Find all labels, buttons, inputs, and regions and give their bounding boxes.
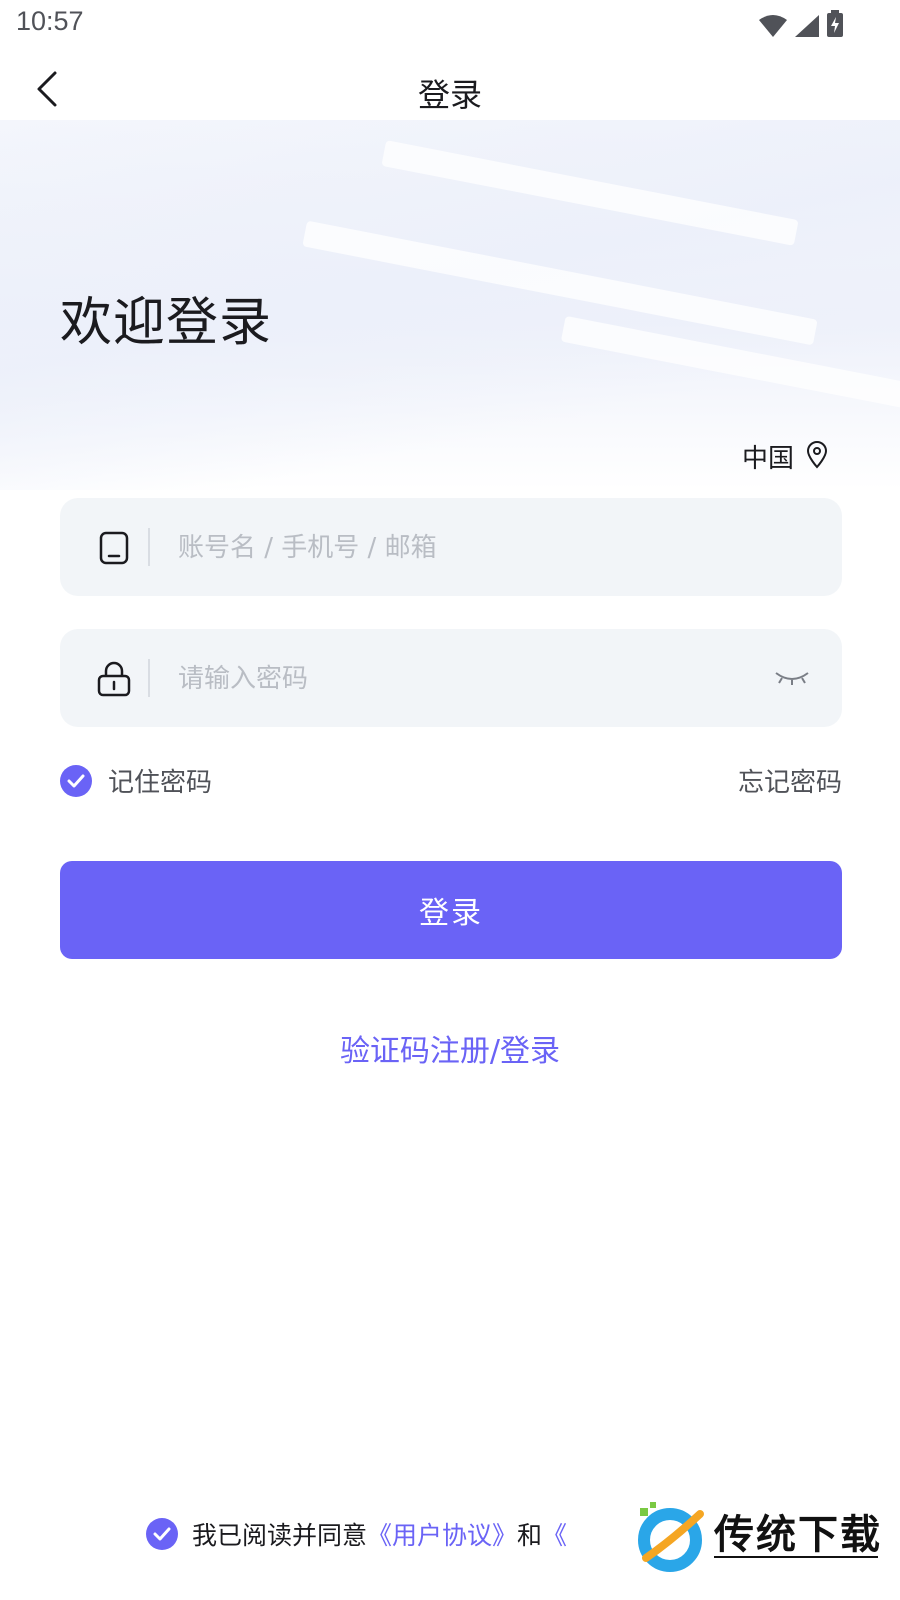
eye-closed-icon[interactable]	[772, 661, 812, 695]
region-selector[interactable]: 中国	[742, 438, 828, 475]
phone-icon	[94, 528, 134, 568]
agreement-checkbox[interactable]	[146, 1518, 178, 1550]
region-label: 中国	[741, 444, 794, 474]
location-pin-icon	[806, 440, 828, 473]
status-time: 10:57	[16, 6, 84, 36]
remember-password-label: 记住密码	[108, 768, 213, 798]
forgot-password-link[interactable]: 忘记密码	[738, 762, 842, 799]
check-icon	[60, 764, 92, 797]
welcome-heading: 欢迎登录	[60, 293, 273, 353]
signal-icon	[794, 14, 820, 42]
account-input[interactable]	[176, 522, 740, 574]
remember-row: 记住密码 忘记密码	[60, 762, 842, 802]
sms-login-link[interactable]: 验证码注册/登录	[0, 1026, 900, 1070]
remember-password-checkbox[interactable]: 记住密码	[60, 762, 212, 799]
login-button[interactable]: 登录	[60, 861, 842, 959]
account-field[interactable]	[60, 498, 842, 596]
wifi-icon	[758, 14, 788, 42]
lock-icon	[94, 659, 134, 699]
battery-charging-icon	[826, 10, 844, 42]
password-input[interactable]	[176, 653, 740, 705]
field-divider	[148, 659, 150, 697]
watermark-logo: 传统下载	[632, 1498, 882, 1578]
password-field[interactable]	[60, 629, 842, 727]
agreement-row: 我已阅读并同意《用户协议》和《	[146, 1516, 567, 1552]
page-title: 登录	[417, 76, 482, 114]
privacy-policy-link[interactable]: 《	[542, 1521, 567, 1550]
nav-bar: 登录	[0, 58, 900, 124]
status-bar: 10:57	[0, 0, 900, 48]
field-divider	[148, 528, 150, 566]
user-agreement-link[interactable]: 《用户协议》	[367, 1521, 517, 1550]
agreement-and: 和	[517, 1521, 543, 1550]
agreement-prefix: 我已阅读并同意	[192, 1521, 368, 1550]
